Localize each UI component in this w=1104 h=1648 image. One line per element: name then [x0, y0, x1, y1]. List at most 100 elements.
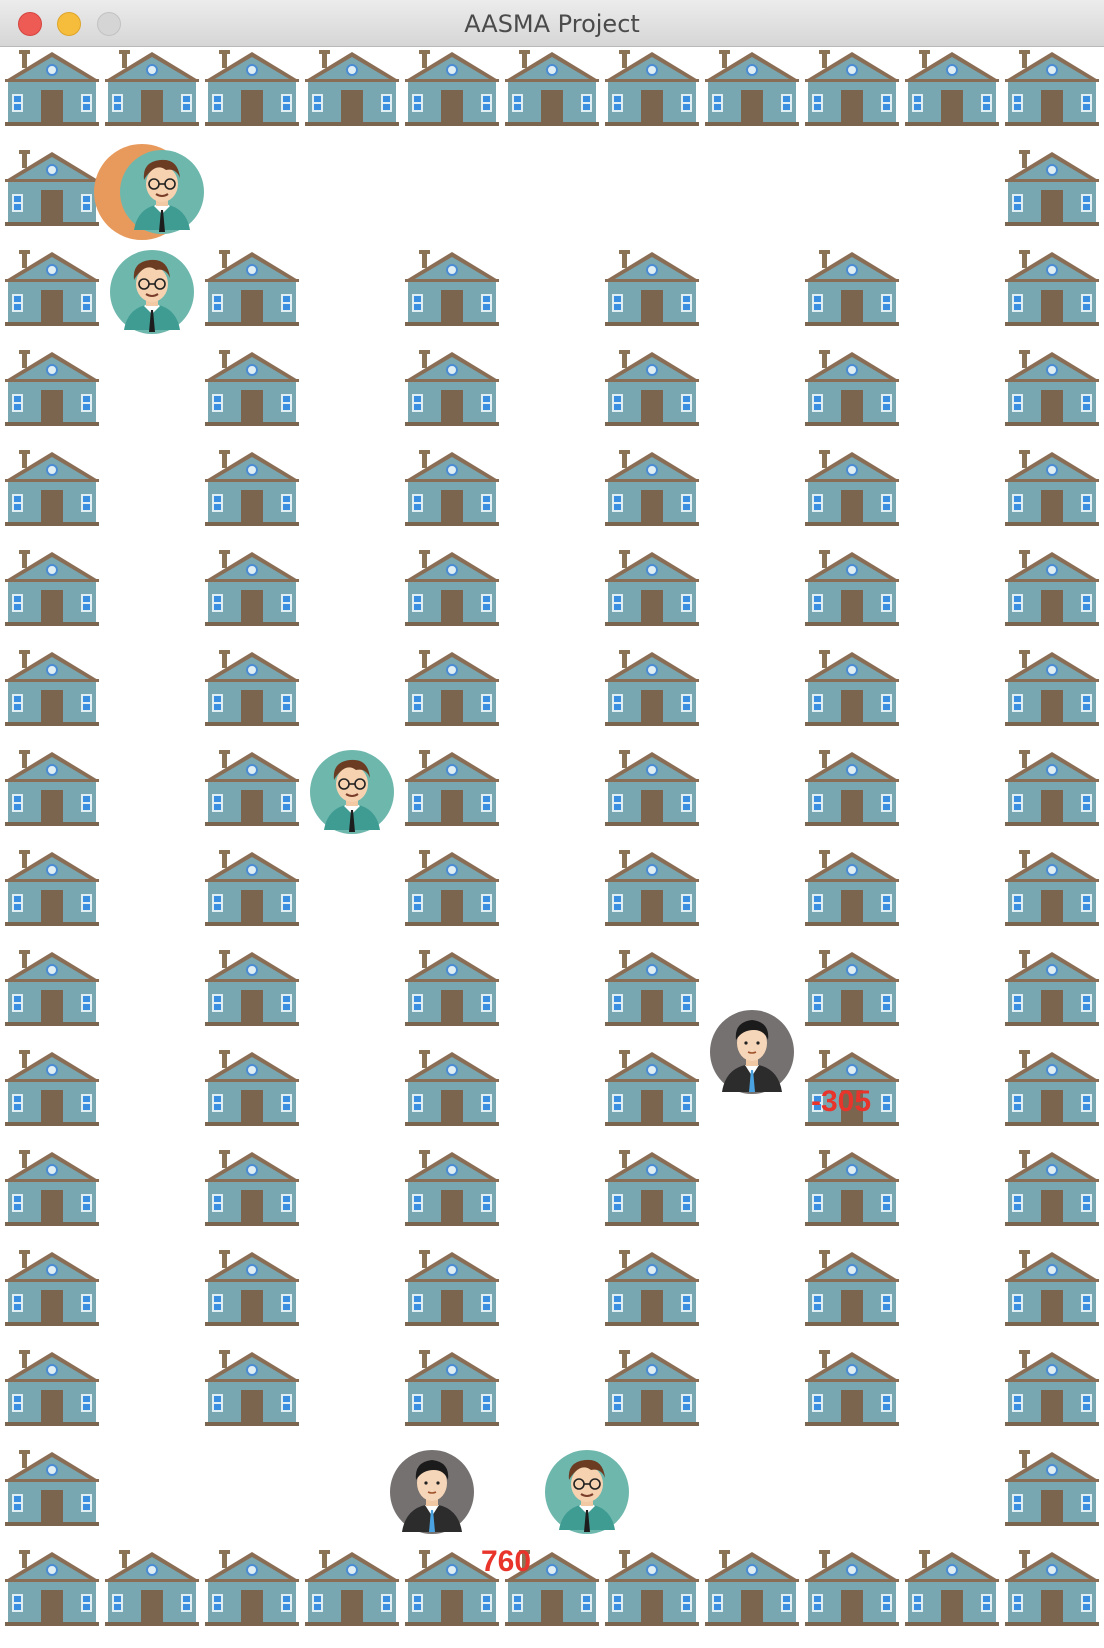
house-tile	[2, 450, 102, 530]
house-tile	[802, 250, 902, 330]
businessman-agent	[390, 1450, 474, 1539]
house-tile	[1002, 450, 1102, 530]
house-tile	[102, 1550, 202, 1630]
house-tile	[402, 50, 502, 130]
house-tile	[202, 950, 302, 1030]
house-tile	[402, 1350, 502, 1430]
window-title: AASMA Project	[464, 10, 640, 38]
house-tile	[202, 1250, 302, 1330]
house-tile	[602, 250, 702, 330]
house-tile	[1002, 750, 1102, 830]
house-tile	[2, 1350, 102, 1430]
house-tile	[202, 350, 302, 430]
score-label: 760	[481, 1545, 532, 1578]
house-tile	[1002, 1250, 1102, 1330]
house-tile	[1002, 50, 1102, 130]
house-tile	[102, 50, 202, 130]
glasses-man-agent	[110, 250, 194, 339]
house-tile	[1002, 1050, 1102, 1130]
house-tile	[402, 1150, 502, 1230]
house-tile	[402, 350, 502, 430]
house-tile	[202, 1550, 302, 1630]
house-tile	[802, 950, 902, 1030]
title-bar: AASMA Project	[0, 0, 1104, 47]
house-tile	[1002, 250, 1102, 330]
glasses-man-agent	[545, 1450, 629, 1539]
house-tile	[802, 1250, 902, 1330]
house-tile	[402, 550, 502, 630]
house-tile	[802, 750, 902, 830]
house-tile	[802, 350, 902, 430]
house-tile	[1002, 850, 1102, 930]
house-tile	[2, 150, 102, 230]
house-tile	[402, 650, 502, 730]
house-tile	[202, 250, 302, 330]
score-label: -305	[811, 1085, 872, 1118]
house-tile	[1002, 1550, 1102, 1630]
house-tile	[402, 950, 502, 1030]
house-tile	[902, 50, 1002, 130]
house-tile	[2, 850, 102, 930]
house-tile	[2, 550, 102, 630]
house-tile	[602, 650, 702, 730]
house-tile	[402, 1250, 502, 1330]
house-tile	[2, 750, 102, 830]
house-tile	[602, 1150, 702, 1230]
house-tile	[402, 1050, 502, 1130]
businessman-agent	[710, 1010, 794, 1099]
house-tile	[602, 1050, 702, 1130]
house-tile	[802, 650, 902, 730]
house-tile	[702, 1550, 802, 1630]
glasses-man-agent	[94, 144, 204, 240]
house-tile	[202, 1050, 302, 1130]
house-tile	[602, 1550, 702, 1630]
house-tile	[202, 850, 302, 930]
game-board: -305 760	[0, 46, 1104, 1648]
house-tile	[802, 1350, 902, 1430]
house-tile	[2, 950, 102, 1030]
house-tile	[202, 550, 302, 630]
house-tile	[202, 650, 302, 730]
house-tile	[1002, 1150, 1102, 1230]
house-tile	[702, 50, 802, 130]
house-tile	[502, 50, 602, 130]
house-tile	[202, 750, 302, 830]
house-tile	[602, 950, 702, 1030]
house-tile	[1002, 550, 1102, 630]
glasses-man-agent	[310, 750, 394, 839]
house-tile	[602, 450, 702, 530]
house-tile	[402, 750, 502, 830]
house-tile	[2, 650, 102, 730]
house-tile	[2, 1150, 102, 1230]
game-window: AASMA Project -305 760	[0, 0, 1104, 1648]
house-tile	[1002, 650, 1102, 730]
house-tile	[302, 1550, 402, 1630]
house-tile	[2, 350, 102, 430]
house-tile	[802, 850, 902, 930]
house-tile	[2, 50, 102, 130]
house-tile	[202, 1150, 302, 1230]
house-tile	[1002, 950, 1102, 1030]
house-tile	[802, 50, 902, 130]
house-tile	[802, 1150, 902, 1230]
house-tile	[602, 1250, 702, 1330]
house-tile	[2, 1550, 102, 1630]
house-tile	[602, 1350, 702, 1430]
house-tile	[302, 50, 402, 130]
house-tile	[802, 550, 902, 630]
house-tile	[402, 850, 502, 930]
house-tile	[2, 1050, 102, 1130]
house-tile	[902, 1550, 1002, 1630]
house-tile	[402, 250, 502, 330]
house-tile	[2, 1450, 102, 1530]
house-tile	[2, 250, 102, 330]
house-tile	[602, 750, 702, 830]
house-tile	[402, 450, 502, 530]
house-tile	[1002, 350, 1102, 430]
house-tile	[1002, 1350, 1102, 1430]
house-tile	[202, 1350, 302, 1430]
house-tile	[602, 350, 702, 430]
house-tile	[1002, 150, 1102, 230]
house-tile	[602, 850, 702, 930]
house-tile	[802, 450, 902, 530]
